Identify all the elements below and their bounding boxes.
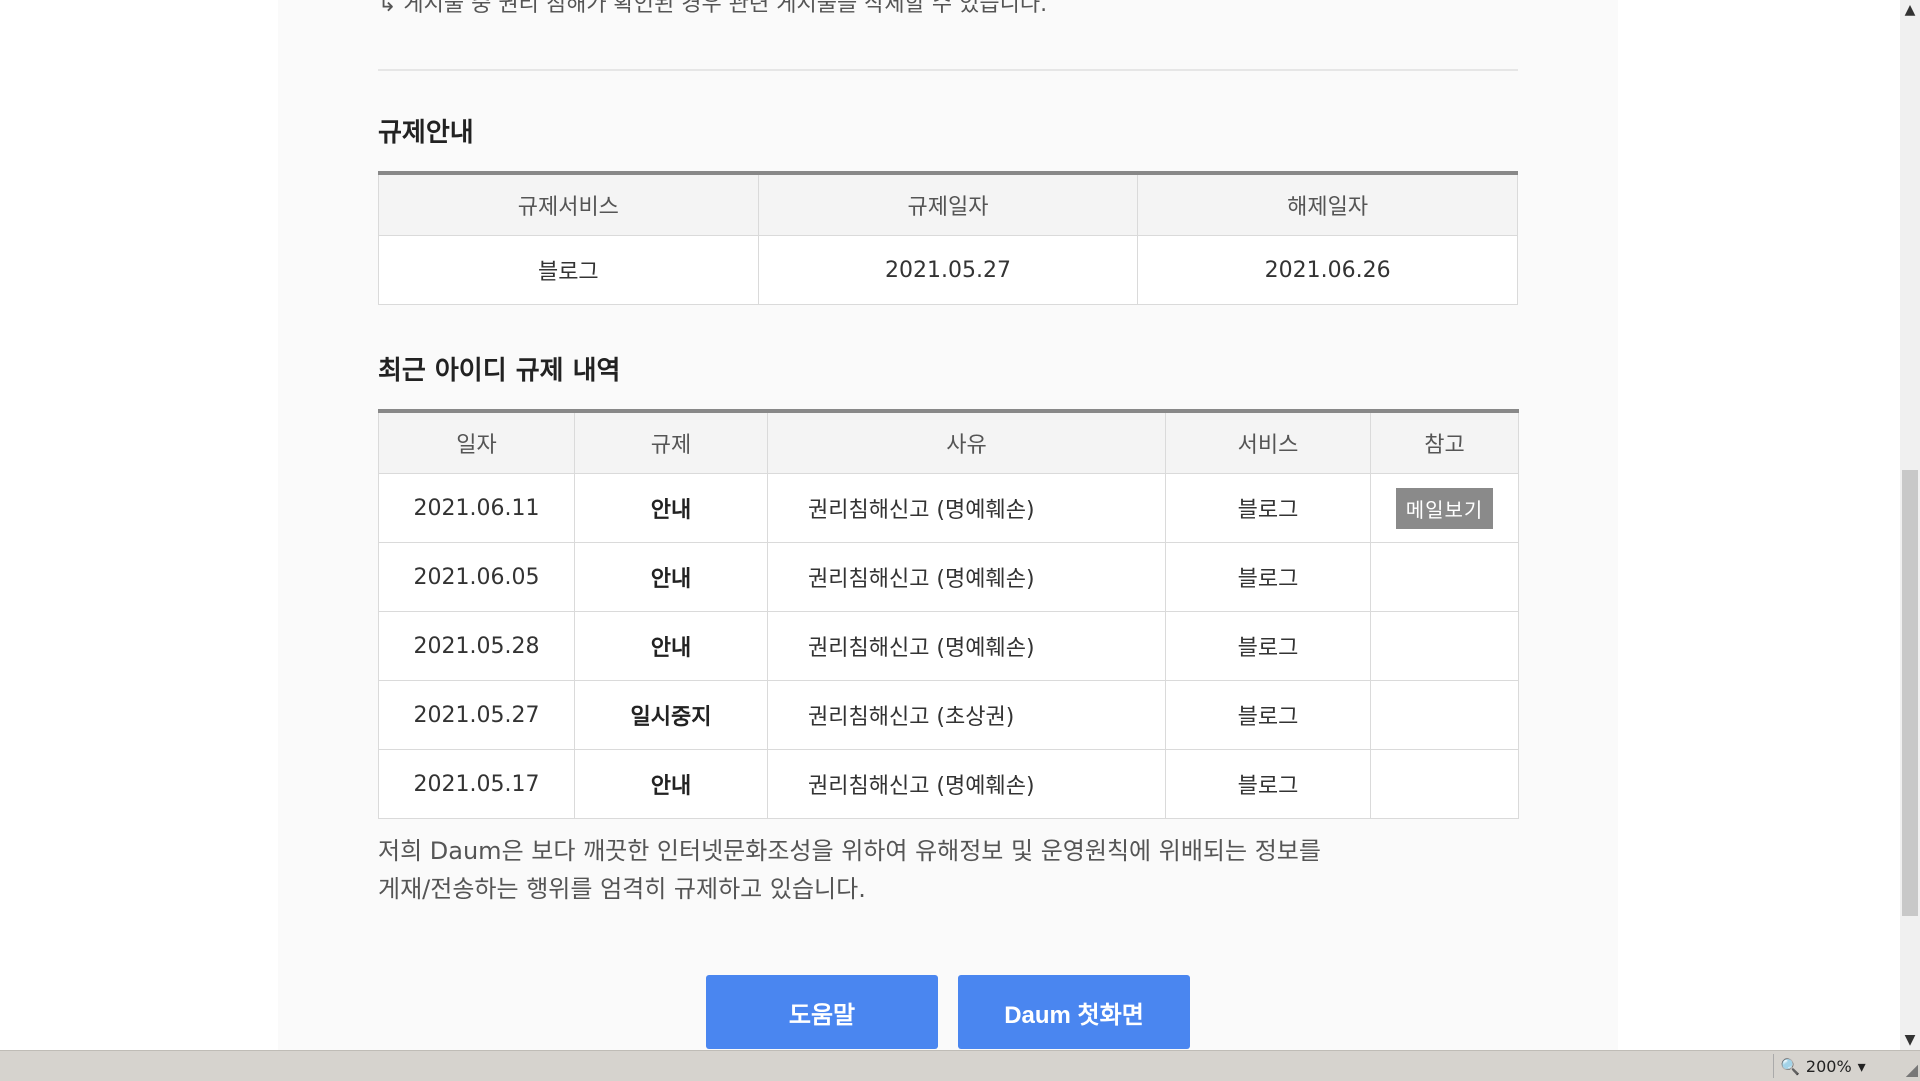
- header-date: 일자: [378, 409, 575, 474]
- cell-action: 안내: [574, 749, 768, 819]
- policy-notice: 저희 Daum은 보다 깨끗한 인터넷문화조성을 위하여 유해정보 및 운영원칙…: [378, 832, 1518, 908]
- restriction-info-title: 규제안내: [378, 118, 474, 148]
- table-row: 2021.06.05 안내 권리침해신고 (명예훼손) 블로그: [378, 542, 1519, 612]
- restriction-info-table-wrap: 규제서비스 규제일자 해제일자 블로그 2021.05.27 2021.06.2…: [378, 171, 1518, 305]
- divider: [378, 69, 1518, 71]
- cell-reason: 권리침해신고 (명예훼손): [767, 749, 1166, 819]
- cell-note: [1370, 611, 1519, 681]
- cell-service: 블로그: [1165, 611, 1371, 681]
- scroll-thumb[interactable]: [1902, 470, 1918, 916]
- cell-note: [1370, 749, 1519, 819]
- cell-date: 2021.06.05: [378, 542, 575, 612]
- cell-date: 2021.05.17: [378, 749, 575, 819]
- history-table-wrap: 일자 규제 사유 서비스 참고 2021.06.11 안내 권리침해신고 (명예…: [378, 409, 1519, 819]
- header-service: 규제서비스: [378, 171, 759, 236]
- cell-date: 2021.05.27: [378, 680, 575, 750]
- view-mail-button[interactable]: 메일보기: [1395, 487, 1494, 529]
- cell-action: 안내: [574, 611, 768, 681]
- table-row: 2021.06.11 안내 권리침해신고 (명예훼손) 블로그 메일보기: [378, 473, 1519, 543]
- cell-action: 일시중지: [574, 680, 768, 750]
- cell-reason: 권리침해신고 (명예훼손): [767, 542, 1166, 612]
- cell-release-date: 2021.06.26: [1137, 235, 1518, 305]
- cell-restriction-date: 2021.05.27: [757, 235, 1139, 305]
- table-header-row: 규제서비스 규제일자 해제일자: [378, 171, 1518, 236]
- cell-service: 블로그: [378, 235, 759, 305]
- zoom-icon: 🔍: [1780, 1056, 1800, 1076]
- table-row: 2021.05.28 안내 권리침해신고 (명예훼손) 블로그: [378, 611, 1519, 681]
- header-reason: 사유: [767, 409, 1166, 474]
- header-service: 서비스: [1165, 409, 1371, 474]
- cell-action: 안내: [574, 473, 768, 543]
- cut-off-text: ↳ 게시물 중 권리 침해가 확인된 경우 관련 게시물을 삭제할 수 있습니다…: [378, 0, 1048, 17]
- cell-service: 블로그: [1165, 749, 1371, 819]
- history-table: 일자 규제 사유 서비스 참고 2021.06.11 안내 권리침해신고 (명예…: [378, 409, 1519, 819]
- cell-note: [1370, 680, 1519, 750]
- history-title: 최근 아이디 규제 내역: [378, 356, 621, 386]
- cell-date: 2021.06.11: [378, 473, 575, 543]
- cell-service: 블로그: [1165, 542, 1371, 612]
- policy-notice-line: 저희 Daum은 보다 깨끗한 인터넷문화조성을 위하여 유해정보 및 운영원칙…: [378, 837, 1321, 865]
- restriction-info-table: 규제서비스 규제일자 해제일자 블로그 2021.05.27 2021.06.2…: [378, 171, 1518, 305]
- policy-notice-line: 게재/전송하는 행위를 엄격히 규제하고 있습니다.: [378, 875, 866, 903]
- header-restriction-date: 규제일자: [757, 171, 1139, 236]
- table-header-row: 일자 규제 사유 서비스 참고: [378, 409, 1519, 474]
- table-row: 2021.05.17 안내 권리침해신고 (명예훼손) 블로그: [378, 749, 1519, 819]
- zoom-level: 200%: [1805, 1056, 1852, 1076]
- help-button[interactable]: 도움말: [706, 975, 938, 1049]
- cell-service: 블로그: [1165, 680, 1371, 750]
- status-bar: 🔍 200% ▾ ◢: [0, 1050, 1920, 1081]
- header-note: 참고: [1370, 409, 1519, 474]
- resize-grip-icon[interactable]: ◢: [1906, 1060, 1918, 1079]
- scroll-down-arrow-icon[interactable]: ▼: [1900, 1030, 1920, 1050]
- cell-note: 메일보기: [1370, 473, 1519, 543]
- cell-date: 2021.05.28: [378, 611, 575, 681]
- table-row: 블로그 2021.05.27 2021.06.26: [378, 235, 1518, 305]
- scroll-up-arrow-icon[interactable]: ▲: [1900, 0, 1920, 20]
- header-action: 규제: [574, 409, 768, 474]
- cell-reason: 권리침해신고 (명예훼손): [767, 611, 1166, 681]
- cell-reason: 권리침해신고 (명예훼손): [767, 473, 1166, 543]
- vertical-scrollbar[interactable]: ▲ ▼: [1900, 0, 1920, 1050]
- cell-reason: 권리침해신고 (초상권): [767, 680, 1166, 750]
- zoom-control[interactable]: 🔍 200% ▾: [1773, 1054, 1890, 1078]
- chevron-down-icon[interactable]: ▾: [1858, 1057, 1866, 1076]
- header-release-date: 해제일자: [1137, 171, 1518, 236]
- cell-service: 블로그: [1165, 473, 1371, 543]
- daum-home-button[interactable]: Daum 첫화면: [958, 975, 1190, 1049]
- cell-note: [1370, 542, 1519, 612]
- content-page: ↳ 게시물 중 권리 침해가 확인된 경우 관련 게시물을 삭제할 수 있습니다…: [278, 0, 1618, 1050]
- cell-action: 안내: [574, 542, 768, 612]
- table-row: 2021.05.27 일시중지 권리침해신고 (초상권) 블로그: [378, 680, 1519, 750]
